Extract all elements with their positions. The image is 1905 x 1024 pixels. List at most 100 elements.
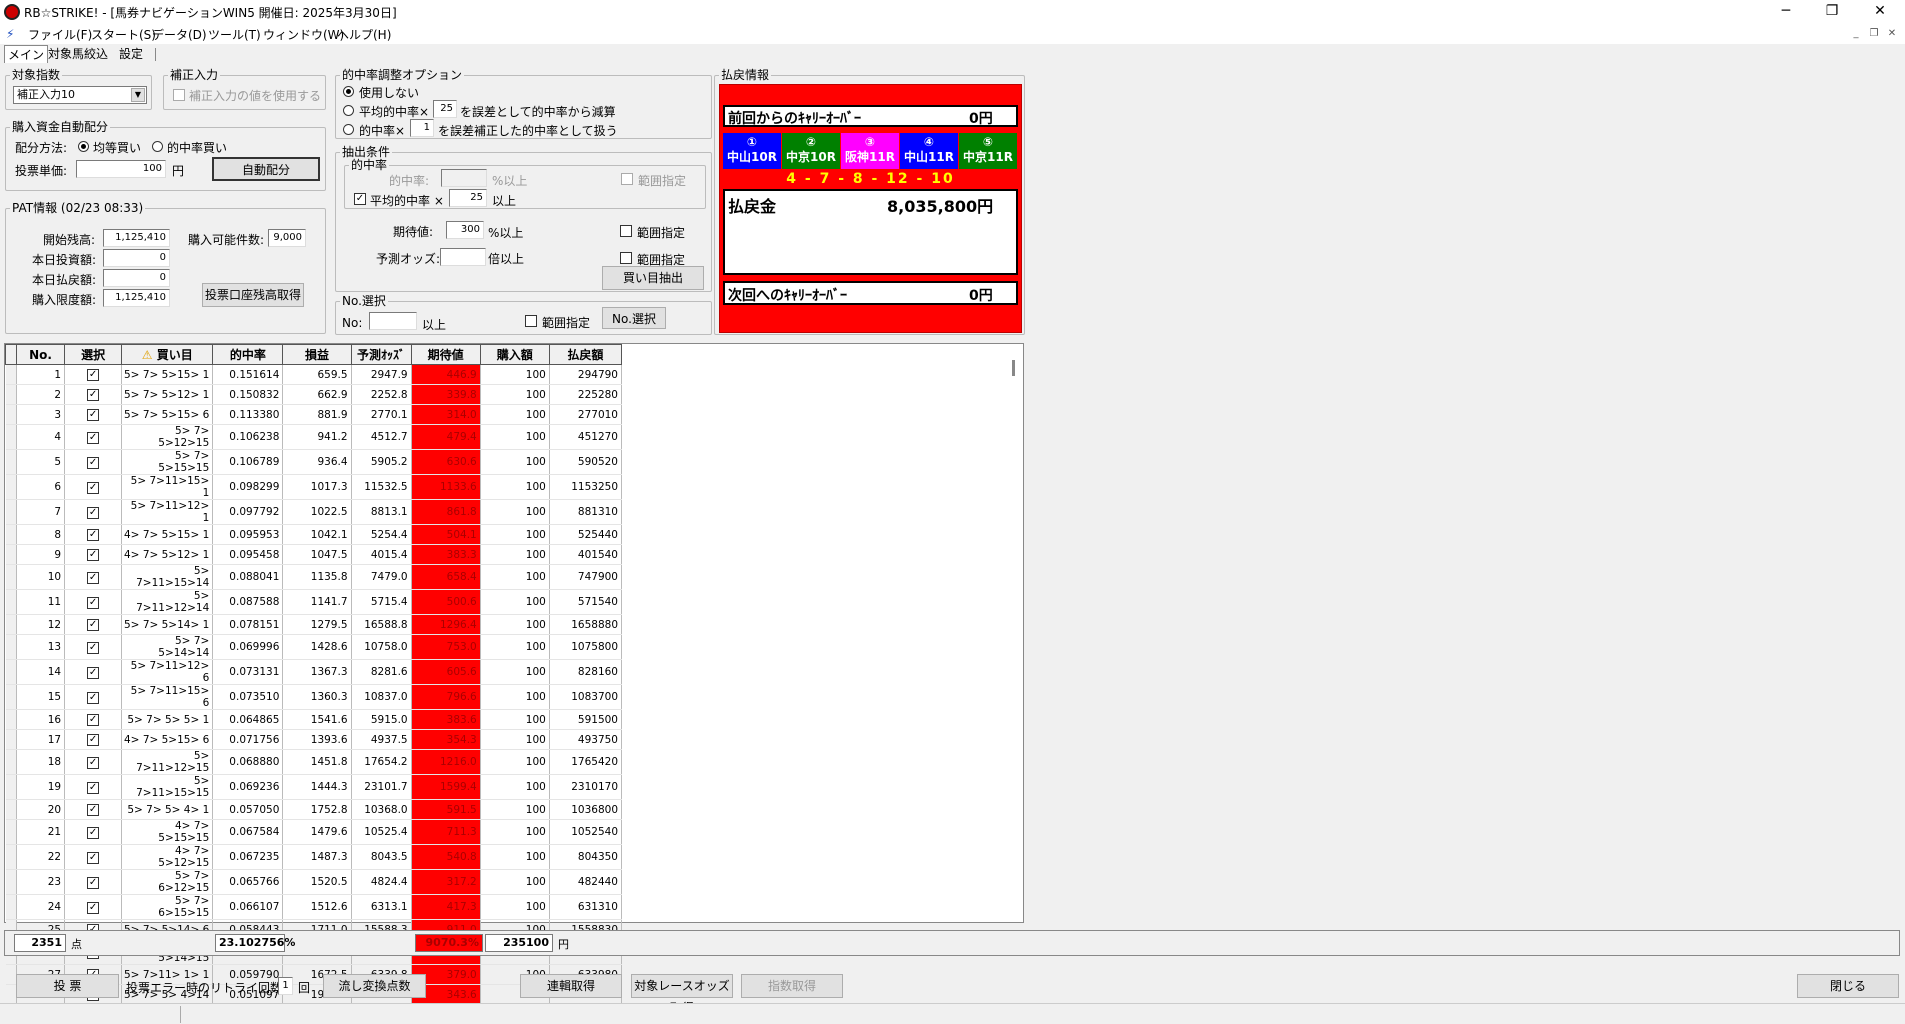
expected-input[interactable]: 300 [446, 221, 484, 239]
mdi-child-icon[interactable]: ⚡ [6, 27, 14, 41]
row-select-checkbox[interactable]: ✓ [87, 389, 100, 401]
odds-input[interactable] [440, 248, 486, 266]
table-row[interactable]: 7 ✓ 5> 7>11>12> 1 0.097792 1022.5 8813.1 861.8… [5, 499, 623, 525]
row-select-checkbox[interactable]: ✓ [87, 756, 100, 769]
table-row[interactable]: 1 ✓ 5> 7> 5>15> 1 0.151614 659.5 2947.9 446.9 1… [5, 364, 623, 385]
table-row[interactable]: 22 ✓ 4> 7> 5>12>15 0.067235 1487.3 8043.5 540.… [5, 844, 623, 870]
expected-range-checkbox[interactable] [620, 225, 632, 237]
col-odds[interactable]: 予測ｵｯｽﾞ [350, 344, 412, 365]
row-select-checkbox[interactable]: ✓ [87, 901, 100, 914]
col-hit-rate[interactable]: 的中率 [212, 344, 284, 365]
cell-select[interactable]: ✓ [64, 659, 123, 685]
row-select-checkbox[interactable]: ✓ [87, 734, 100, 746]
row-select-checkbox[interactable]: ✓ [87, 619, 100, 631]
cell-select[interactable]: ✓ [64, 384, 123, 405]
table-row[interactable]: 19 ✓ 5> 7>11>15>15 0.069236 1444.3 23101.7 159… [5, 774, 623, 800]
odds-range-checkbox[interactable] [620, 252, 632, 264]
cell-select[interactable]: ✓ [64, 774, 123, 800]
bet-grid[interactable]: No. 選択 ⚠ 買い目 的中率 損益 予測ｵｯｽﾞ 期待値 購入額 払戻額 1… [4, 343, 1024, 1005]
cell-select[interactable]: ✓ [64, 524, 123, 545]
table-row[interactable]: 6 ✓ 5> 7>11>15> 1 0.098299 1017.3 11532.5 1133… [5, 474, 623, 500]
cell-select[interactable]: ✓ [64, 894, 123, 920]
table-row[interactable]: 2 ✓ 5> 7> 5>12> 1 0.150832 662.9 2252.8 339.8 1… [5, 384, 623, 405]
table-row[interactable]: 13 ✓ 5> 7> 5>14>14 0.069996 1428.6 10758.0 753… [5, 634, 623, 660]
table-row[interactable]: 16 ✓ 5> 7> 5> 5> 1 0.064865 1541.6 5915.0 383.… [5, 709, 623, 730]
cell-select[interactable]: ✓ [64, 799, 123, 820]
correction-checkbox[interactable] [173, 89, 185, 101]
col-expected[interactable]: 期待値 [410, 344, 481, 365]
row-select-checkbox[interactable]: ✓ [87, 431, 100, 444]
row-select-checkbox[interactable]: ✓ [87, 666, 100, 679]
table-row[interactable]: 17 ✓ 4> 7> 5>15> 6 0.071756 1393.6 4937.5 354.… [5, 729, 623, 750]
table-row[interactable]: 12 ✓ 5> 7> 5>14> 1 0.078151 1279.5 16588.8 129… [5, 614, 623, 635]
alloc-hit-radio[interactable] [152, 141, 163, 152]
col-bet[interactable]: ⚠ 買い目 [121, 344, 214, 365]
renpuku-button[interactable]: 連輯取得 [520, 974, 622, 998]
cell-select[interactable]: ✓ [64, 634, 123, 660]
col-payout[interactable]: 払戻額 [548, 344, 623, 365]
hit-rate-input[interactable] [441, 169, 487, 187]
index-button[interactable]: 指数取得 [741, 974, 843, 998]
menu-window[interactable]: ウィンドウ(W) [263, 26, 344, 43]
vote-button[interactable]: 投 票 [16, 974, 119, 998]
table-row[interactable]: 24 ✓ 5> 7> 6>15>15 0.066107 1512.6 6313.1 417.… [5, 894, 623, 920]
table-row[interactable]: 4 ✓ 5> 7> 5>12>15 0.106238 941.2 4512.7 479.4 1… [5, 424, 623, 450]
mdi-minimize-icon[interactable]: _ [1848, 27, 1864, 41]
avg-hit-input[interactable]: 25 [449, 189, 487, 207]
cell-select[interactable]: ✓ [64, 749, 123, 775]
auto-alloc-button[interactable]: 自動配分 [212, 157, 320, 181]
cell-select[interactable]: ✓ [64, 614, 123, 635]
row-select-checkbox[interactable]: ✓ [87, 456, 100, 469]
table-row[interactable]: 11 ✓ 5> 7>11>12>14 0.087588 1141.7 5715.4 500.… [5, 589, 623, 615]
scrollbar-thumb[interactable] [1012, 360, 1015, 376]
cell-select[interactable]: ✓ [64, 564, 123, 590]
no-select-button[interactable]: No.選択 [602, 307, 666, 329]
table-row[interactable]: 9 ✓ 4> 7> 5>12> 1 0.095458 1047.5 4015.4 383.3… [5, 544, 623, 565]
table-row[interactable]: 14 ✓ 5> 7>11>12> 6 0.073131 1367.3 8281.6 605.… [5, 659, 623, 685]
row-select-checkbox[interactable]: ✓ [87, 481, 100, 494]
table-row[interactable]: 18 ✓ 5> 7>11>12>15 0.068880 1451.8 17654.2 121… [5, 749, 623, 775]
chevron-down-icon[interactable]: ▼ [131, 88, 145, 102]
menu-data[interactable]: データ(D) [152, 26, 207, 43]
row-select-checkbox[interactable]: ✓ [87, 804, 100, 816]
col-no[interactable]: No. [16, 344, 66, 365]
table-row[interactable]: 15 ✓ 5> 7>11>15> 6 0.073510 1360.3 10837.0 796… [5, 684, 623, 710]
mdi-restore-icon[interactable]: ❐ [1866, 27, 1882, 41]
hit-adjust-sub-radio[interactable] [343, 105, 354, 116]
cell-select[interactable]: ✓ [64, 474, 123, 500]
cell-select[interactable]: ✓ [64, 729, 123, 750]
menu-file[interactable]: ファイル(F) [28, 26, 92, 43]
maximize-icon[interactable]: ❐ [1809, 0, 1855, 22]
row-select-checkbox[interactable]: ✓ [87, 369, 100, 381]
cell-select[interactable]: ✓ [64, 364, 123, 385]
hit-adjust-none-radio[interactable] [343, 86, 354, 97]
alloc-equal-radio[interactable] [78, 141, 89, 152]
unit-price-input[interactable]: 100 [76, 160, 166, 178]
row-select-checkbox[interactable]: ✓ [87, 596, 100, 609]
cell-select[interactable]: ✓ [64, 844, 123, 870]
cell-select[interactable]: ✓ [64, 404, 123, 425]
close-button[interactable]: 閉じる [1797, 974, 1899, 998]
table-row[interactable]: 20 ✓ 5> 7> 5> 4> 1 0.057050 1752.8 10368.0 591… [5, 799, 623, 820]
row-select-checkbox[interactable]: ✓ [87, 506, 100, 519]
row-select-checkbox[interactable]: ✓ [87, 549, 100, 561]
cell-select[interactable]: ✓ [64, 449, 123, 475]
row-select-checkbox[interactable]: ✓ [87, 781, 100, 794]
race-odds-button[interactable]: 対象レースオッズ取得 [631, 974, 733, 1015]
retry-input[interactable]: 1 [278, 977, 293, 995]
col-amount[interactable]: 購入額 [479, 344, 550, 365]
hit-adjust-mul-input[interactable]: 1 [410, 119, 434, 137]
cell-select[interactable]: ✓ [64, 589, 123, 615]
cell-select[interactable]: ✓ [64, 684, 123, 710]
row-select-checkbox[interactable]: ✓ [87, 851, 100, 864]
row-select-checkbox[interactable]: ✓ [87, 529, 100, 541]
avg-hit-checkbox[interactable]: ✓ [354, 193, 366, 205]
table-row[interactable]: 3 ✓ 5> 7> 5>15> 6 0.113380 881.9 2770.1 314.0 1… [5, 404, 623, 425]
cell-select[interactable]: ✓ [64, 819, 123, 845]
row-select-checkbox[interactable]: ✓ [87, 826, 100, 839]
tab-horse-filter[interactable]: 対象馬絞込 [45, 45, 111, 63]
table-row[interactable]: 5 ✓ 5> 7> 5>15>15 0.106789 936.4 5905.2 630.6 1… [5, 449, 623, 475]
table-row[interactable]: 8 ✓ 4> 7> 5>15> 1 0.095953 1042.1 5254.4 504.1… [5, 524, 623, 545]
col-profit[interactable]: 損益 [282, 344, 352, 365]
target-index-select[interactable]: 補正入力10 ▼ [13, 86, 147, 104]
